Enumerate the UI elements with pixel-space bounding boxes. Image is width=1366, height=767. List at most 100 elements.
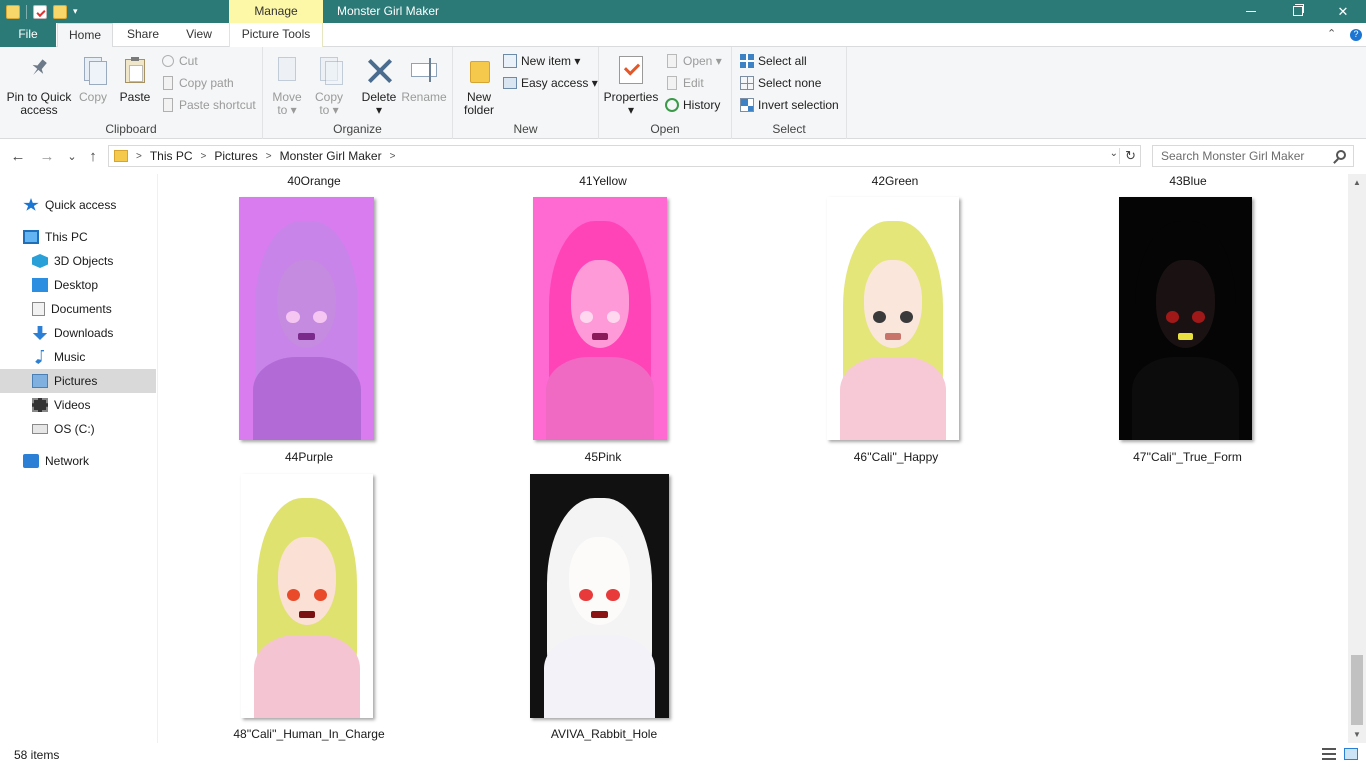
open-label: Open ▾ xyxy=(683,54,722,68)
nav-item-this-pc[interactable]: This PC xyxy=(0,225,156,249)
file-name-label[interactable]: 43Blue xyxy=(1128,174,1248,188)
cut-button[interactable]: Cut xyxy=(161,51,198,71)
portrait-body xyxy=(840,357,946,440)
properties-icon[interactable] xyxy=(33,4,47,19)
file-thumbnail[interactable] xyxy=(241,474,373,718)
file-thumbnail[interactable] xyxy=(1119,197,1252,440)
close-button[interactable]: ✕ xyxy=(1320,0,1366,23)
breadcrumb-separator[interactable]: > xyxy=(390,151,396,162)
back-arrow-icon[interactable]: ← xyxy=(8,147,28,167)
open-button[interactable]: Open ▾ xyxy=(665,51,722,71)
scroll-up-arrow-icon[interactable]: ▲ xyxy=(1348,174,1366,191)
new-group: New folder New item ▾ Easy access ▾ New xyxy=(453,47,599,139)
breadcrumb-pictures[interactable]: Pictures xyxy=(214,149,257,163)
help-icon[interactable]: ? xyxy=(1350,29,1362,41)
breadcrumb-this-pc[interactable]: This PC xyxy=(150,149,193,163)
breadcrumb-separator[interactable]: > xyxy=(136,151,142,162)
breadcrumb-separator[interactable]: > xyxy=(266,151,272,162)
up-arrow-icon[interactable]: ↑ xyxy=(83,147,103,167)
nav-item-3d-objects[interactable]: 3D Objects xyxy=(0,249,156,273)
file-name-label[interactable]: 44Purple xyxy=(249,450,369,464)
easy-access-button[interactable]: Easy access ▾ xyxy=(503,73,598,93)
nav-item-label: Documents xyxy=(51,302,112,316)
restore-button[interactable] xyxy=(1274,0,1320,23)
refresh-icon[interactable]: ↻ xyxy=(1119,148,1136,164)
new-item-button[interactable]: New item ▾ xyxy=(503,51,580,71)
easy-access-icon xyxy=(503,76,517,90)
address-bar-row: ← → ⌄ ↑ > This PC > Pictures > Monster G… xyxy=(0,139,1366,174)
breadcrumb-monster-girl-maker[interactable]: Monster Girl Maker xyxy=(280,149,382,163)
recent-locations-chevron-icon[interactable]: ⌄ xyxy=(62,147,82,167)
folder-icon[interactable] xyxy=(6,4,20,19)
paste-shortcut-button[interactable]: Paste shortcut xyxy=(161,95,256,115)
pictures-icon xyxy=(32,374,48,388)
breadcrumb-separator[interactable]: > xyxy=(201,151,207,162)
file-name-label[interactable]: 47''Cali''_True_Form xyxy=(1110,450,1265,464)
pin-label-line2: access xyxy=(20,103,58,117)
select-all-button[interactable]: Select all xyxy=(740,51,807,71)
rename-button[interactable]: Rename xyxy=(401,51,447,104)
file-thumbnail[interactable] xyxy=(530,474,669,718)
minimize-button[interactable] xyxy=(1228,0,1274,23)
customize-toolbar-chevron-icon[interactable]: ▾ xyxy=(73,6,78,17)
file-name-label[interactable]: 45Pink xyxy=(543,450,663,464)
computer-icon xyxy=(23,230,39,244)
nav-item-desktop[interactable]: Desktop xyxy=(0,273,156,297)
delete-button[interactable]: Delete ▾ xyxy=(359,51,399,117)
vertical-scrollbar[interactable]: ▲ ▼ xyxy=(1348,174,1366,743)
portrait-eye xyxy=(578,588,593,601)
copy-button[interactable]: Copy xyxy=(76,51,110,104)
file-name-label[interactable]: AVIVA_Rabbit_Hole xyxy=(534,727,674,741)
new-folder-button[interactable]: New folder xyxy=(459,51,499,117)
collapse-ribbon-icon[interactable]: ⌃ xyxy=(1327,23,1336,47)
copy-path-button[interactable]: Copy path xyxy=(161,73,234,93)
file-name-label[interactable]: 48''Cali''_Human_In_Charge xyxy=(224,727,394,741)
nav-item-documents[interactable]: Documents xyxy=(0,297,156,321)
copy-to-button[interactable]: Copy to ▾ xyxy=(311,51,347,117)
select-none-button[interactable]: Select none xyxy=(740,73,821,93)
move-to-button[interactable]: Move to ▾ xyxy=(269,51,305,117)
move-to-icon xyxy=(272,55,302,85)
file-name-label[interactable]: 46''Cali''_Happy xyxy=(821,450,971,464)
nav-item-music[interactable]: Music xyxy=(0,345,156,369)
forward-arrow-icon[interactable]: → xyxy=(37,147,57,167)
tab-view[interactable]: View xyxy=(173,23,225,47)
file-thumbnail[interactable] xyxy=(533,197,667,440)
nav-item-label: Music xyxy=(54,350,86,364)
search-icon[interactable] xyxy=(1336,150,1346,160)
paste-button[interactable]: Paste xyxy=(117,51,153,104)
nav-item-os-c[interactable]: OS (C:) xyxy=(0,417,156,441)
nav-item-quick-access[interactable]: Quick access xyxy=(0,193,156,217)
file-thumbnail[interactable] xyxy=(827,197,959,440)
edit-button[interactable]: Edit xyxy=(665,73,704,93)
manage-tab[interactable]: Manage xyxy=(229,0,323,23)
details-view-icon[interactable] xyxy=(1322,748,1336,760)
address-box[interactable]: > This PC > Pictures > Monster Girl Make… xyxy=(108,145,1141,167)
address-dropdown-chevron-icon[interactable]: ⌄ xyxy=(1110,148,1118,159)
file-name-label[interactable]: 40Orange xyxy=(254,174,374,188)
scrollbar-thumb[interactable] xyxy=(1351,655,1363,725)
nav-item-pictures[interactable]: Pictures xyxy=(0,369,156,393)
nav-item-network[interactable]: Network xyxy=(0,449,156,473)
file-thumbnail[interactable] xyxy=(239,197,374,440)
file-name-label[interactable]: 42Green xyxy=(835,174,955,188)
search-placeholder: Search Monster Girl Maker xyxy=(1161,149,1305,163)
search-input[interactable]: Search Monster Girl Maker xyxy=(1152,145,1354,167)
new-folder-icon[interactable] xyxy=(53,4,67,19)
portrait-eye xyxy=(313,311,327,324)
pin-to-quick-access-button[interactable]: Pin to Quick access xyxy=(4,51,74,117)
scroll-down-arrow-icon[interactable]: ▼ xyxy=(1348,726,1366,743)
select-none-icon xyxy=(740,76,754,90)
properties-button[interactable]: Properties ▾ xyxy=(603,51,659,117)
tab-share[interactable]: Share xyxy=(117,23,169,47)
tab-home[interactable]: Home xyxy=(57,23,113,48)
nav-item-videos[interactable]: Videos xyxy=(0,393,156,417)
invert-selection-label: Invert selection xyxy=(758,98,839,112)
large-icons-view-icon[interactable] xyxy=(1344,748,1358,760)
invert-selection-button[interactable]: Invert selection xyxy=(740,95,839,115)
tab-file[interactable]: File xyxy=(0,23,56,47)
file-name-label[interactable]: 41Yellow xyxy=(543,174,663,188)
tab-picture-tools[interactable]: Picture Tools xyxy=(229,23,323,47)
nav-item-downloads[interactable]: Downloads xyxy=(0,321,156,345)
history-button[interactable]: History xyxy=(665,95,720,115)
